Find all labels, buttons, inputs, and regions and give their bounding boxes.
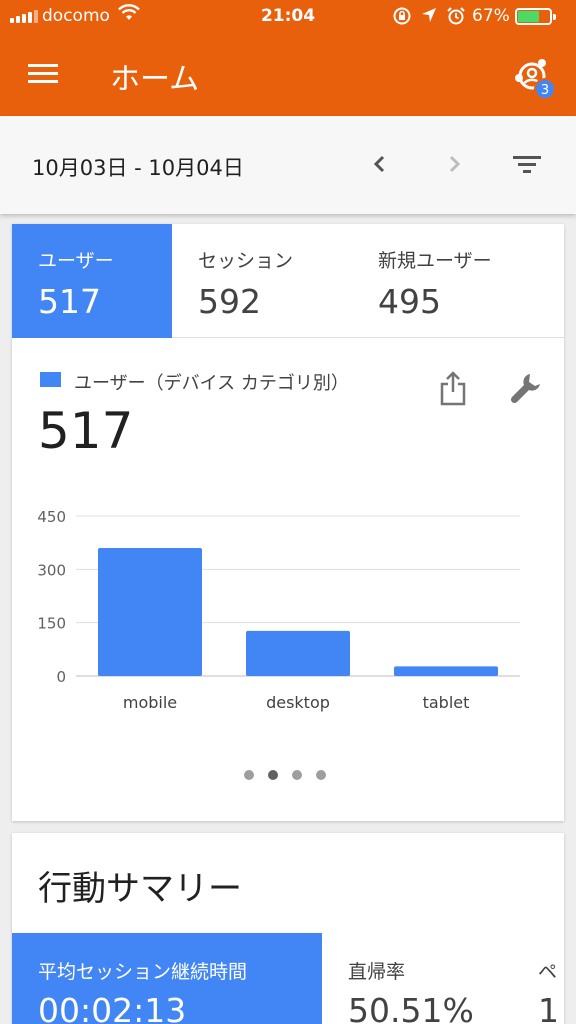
tab-pages-per-session[interactable]: ペ 1 xyxy=(512,933,564,1024)
wrench-icon[interactable] xyxy=(508,370,544,406)
metric-tabs: ユーザー 517 セッション 592 新規ユーザー 495 xyxy=(12,224,564,338)
metric-value: 1 xyxy=(538,991,559,1024)
date-bar: 10月03日 - 10月04日 xyxy=(0,116,576,214)
date-range-selector[interactable]: 10月03日 - 10月04日 xyxy=(32,152,244,182)
x-tick-label: tablet xyxy=(423,693,470,712)
legend-swatch xyxy=(40,372,61,387)
filter-icon[interactable] xyxy=(510,150,544,180)
behavior-summary-card: 行動サマリー 平均セッション継続時間 00:02:13 直帰率 50.51% ペ… xyxy=(12,833,564,1024)
pager-dot[interactable] xyxy=(268,770,278,780)
y-tick-label: 450 xyxy=(37,508,66,526)
y-tick-label: 150 xyxy=(37,615,66,633)
location-icon xyxy=(420,6,438,29)
x-tick-label: mobile xyxy=(123,693,177,712)
pager-dots xyxy=(244,770,326,780)
pager-dot[interactable] xyxy=(316,770,326,780)
battery-percent: 67% xyxy=(472,6,510,26)
menu-icon[interactable] xyxy=(28,64,58,84)
metric-label: 直帰率 xyxy=(348,961,406,983)
tab-avg-session-duration[interactable]: 平均セッション継続時間 00:02:13 xyxy=(12,933,322,1024)
total-users: 517 xyxy=(38,402,134,460)
section-title: 行動サマリー xyxy=(38,869,242,909)
share-icon[interactable] xyxy=(438,370,468,408)
pager-dot[interactable] xyxy=(292,770,302,780)
metric-label: 平均セッション継続時間 xyxy=(38,961,248,983)
metric-label: 新規ユーザー xyxy=(378,250,492,272)
bar-tablet xyxy=(394,666,498,676)
alarm-icon xyxy=(446,6,466,31)
status-bar: docomo 21:04 67% xyxy=(0,0,576,34)
bar-desktop xyxy=(246,630,350,676)
chevron-right-icon[interactable] xyxy=(440,150,468,178)
tab-bounce-rate[interactable]: 直帰率 50.51% xyxy=(322,933,512,1024)
account-switcher-button[interactable]: 3 xyxy=(512,56,556,100)
tab-users[interactable]: ユーザー 517 xyxy=(12,224,172,338)
page-title: ホーム xyxy=(110,62,200,97)
metric-value: 00:02:13 xyxy=(38,991,187,1024)
rotation-lock-icon xyxy=(392,6,412,31)
metric-value: 517 xyxy=(38,282,101,321)
bar-mobile xyxy=(98,548,202,676)
pager-dot[interactable] xyxy=(244,770,254,780)
metric-value: 495 xyxy=(378,282,441,321)
metric-value: 592 xyxy=(198,282,261,321)
metric-label: セッション xyxy=(198,250,294,272)
chevron-left-icon[interactable] xyxy=(366,150,394,178)
y-tick-label: 0 xyxy=(56,668,66,686)
device-bar-chart: 450 300 150 0 mobile desktop tablet xyxy=(37,508,520,712)
chart-legend: ユーザー（デバイス カテゴリ別） xyxy=(74,373,349,394)
y-tick-label: 300 xyxy=(37,561,66,579)
app-bar: docomo 21:04 67% ホーム 3 xyxy=(0,0,576,116)
metric-value: 50.51% xyxy=(348,991,474,1024)
audience-card: ユーザー 517 セッション 592 新規ユーザー 495 ユーザー（デバイス … xyxy=(12,224,564,821)
tab-sessions[interactable]: セッション 592 xyxy=(172,224,352,338)
summary-tabs: 平均セッション継続時間 00:02:13 直帰率 50.51% ペ 1 xyxy=(12,933,564,1024)
notification-badge: 3 xyxy=(534,78,556,100)
metric-label: ユーザー xyxy=(38,250,114,272)
metric-label: ペ xyxy=(538,961,558,983)
x-tick-label: desktop xyxy=(266,693,330,712)
battery-icon xyxy=(515,8,556,25)
tab-new-users[interactable]: 新規ユーザー 495 xyxy=(352,224,564,338)
